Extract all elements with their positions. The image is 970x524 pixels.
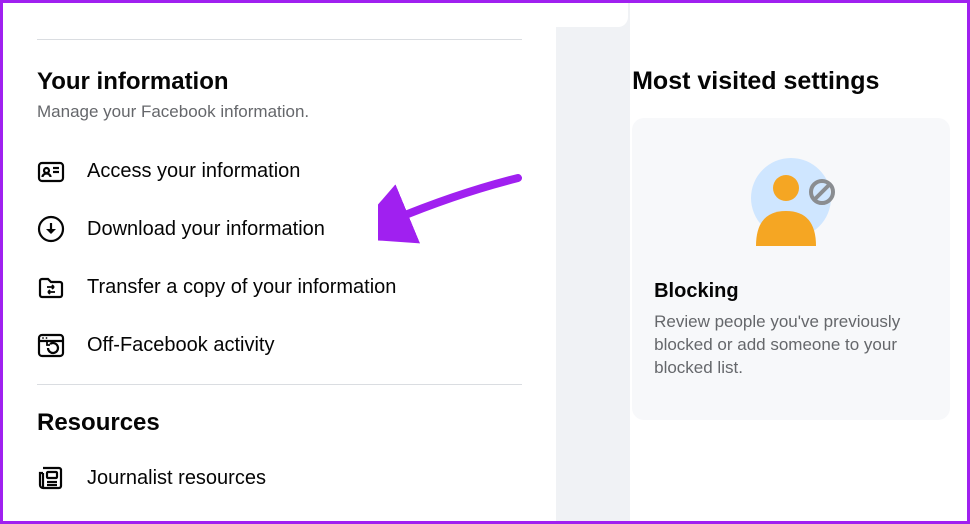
download-your-information-item[interactable]: Download your information [31, 200, 528, 258]
resources-menu: Journalist resources [31, 449, 528, 507]
section-divider [37, 384, 522, 385]
id-card-icon [37, 157, 65, 185]
browser-activity-icon [37, 331, 65, 359]
section-divider [37, 39, 522, 40]
blocking-card[interactable]: Blocking Review people you've previously… [632, 118, 950, 420]
settings-sidebar: Your information Manage your Facebook in… [3, 3, 556, 521]
card-title: Blocking [654, 280, 928, 303]
menu-item-label: Transfer a copy of your information [87, 276, 396, 299]
card-description: Review people you've previously blocked … [654, 311, 928, 380]
menu-item-label: Journalist resources [87, 467, 266, 490]
transfer-folder-icon [37, 273, 65, 301]
newspaper-icon [37, 464, 65, 492]
your-information-menu: Access your information Download your in… [31, 142, 528, 374]
right-panel: Most visited settings Blocking Review pe… [630, 3, 967, 521]
most-visited-heading: Most visited settings [632, 67, 967, 96]
your-information-heading: Your information [31, 68, 528, 96]
transfer-copy-item[interactable]: Transfer a copy of your information [31, 258, 528, 316]
off-facebook-activity-item[interactable]: Off-Facebook activity [31, 316, 528, 374]
journalist-resources-item[interactable]: Journalist resources [31, 449, 528, 507]
panel-gap [556, 3, 630, 521]
previous-card-fragment [37, 3, 522, 21]
blocking-illustration [654, 148, 928, 280]
your-information-subtitle: Manage your Facebook information. [31, 102, 528, 122]
access-your-information-item[interactable]: Access your information [31, 142, 528, 200]
resources-heading: Resources [31, 409, 528, 437]
menu-item-label: Access your information [87, 160, 300, 183]
menu-item-label: Download your information [87, 218, 325, 241]
download-icon [37, 215, 65, 243]
menu-item-label: Off-Facebook activity [87, 334, 274, 357]
